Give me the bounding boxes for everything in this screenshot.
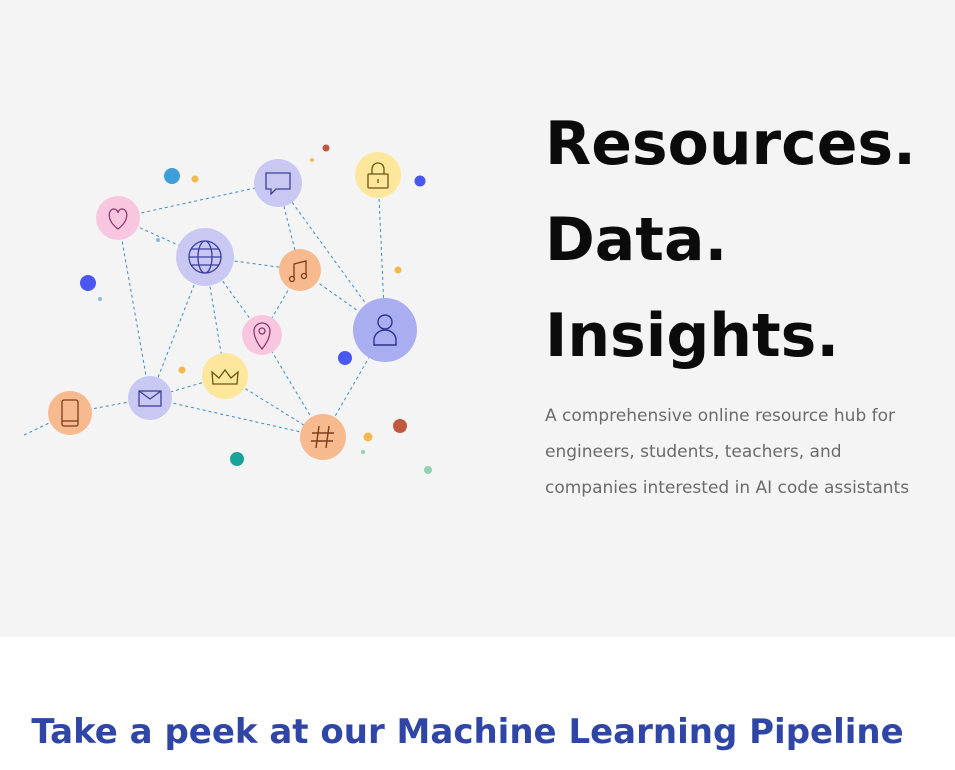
location-pin-icon <box>242 315 282 355</box>
music-icon <box>279 249 321 291</box>
hero-description: A comprehensive online resource hub for … <box>545 398 945 506</box>
hero-headline: Resources. Data. Insights. <box>545 96 916 384</box>
lock-icon <box>355 152 401 198</box>
headline-line-data: Data. <box>545 205 728 275</box>
section-title: Take a peek at our Machine Learning Pipe… <box>31 712 904 752</box>
chat-icon <box>254 159 302 207</box>
user-icon <box>353 298 417 362</box>
network-illustration <box>21 144 432 474</box>
hero-section: Resources. Data. Insights. A comprehensi… <box>0 0 955 637</box>
description-line: companies interested in AI code assistan… <box>545 478 910 498</box>
crown-icon <box>202 353 248 399</box>
description-line: A comprehensive online resource hub for <box>545 406 896 426</box>
phone-icon <box>48 391 92 435</box>
mail-icon <box>128 376 172 420</box>
description-line: engineers, students, teachers, and <box>545 442 842 462</box>
heart-icon <box>96 196 140 240</box>
hashtag-icon <box>300 414 346 460</box>
globe-icon <box>176 228 234 286</box>
headline-line-resources: Resources. <box>545 109 916 179</box>
headline-line-insights: Insights. <box>545 301 840 371</box>
